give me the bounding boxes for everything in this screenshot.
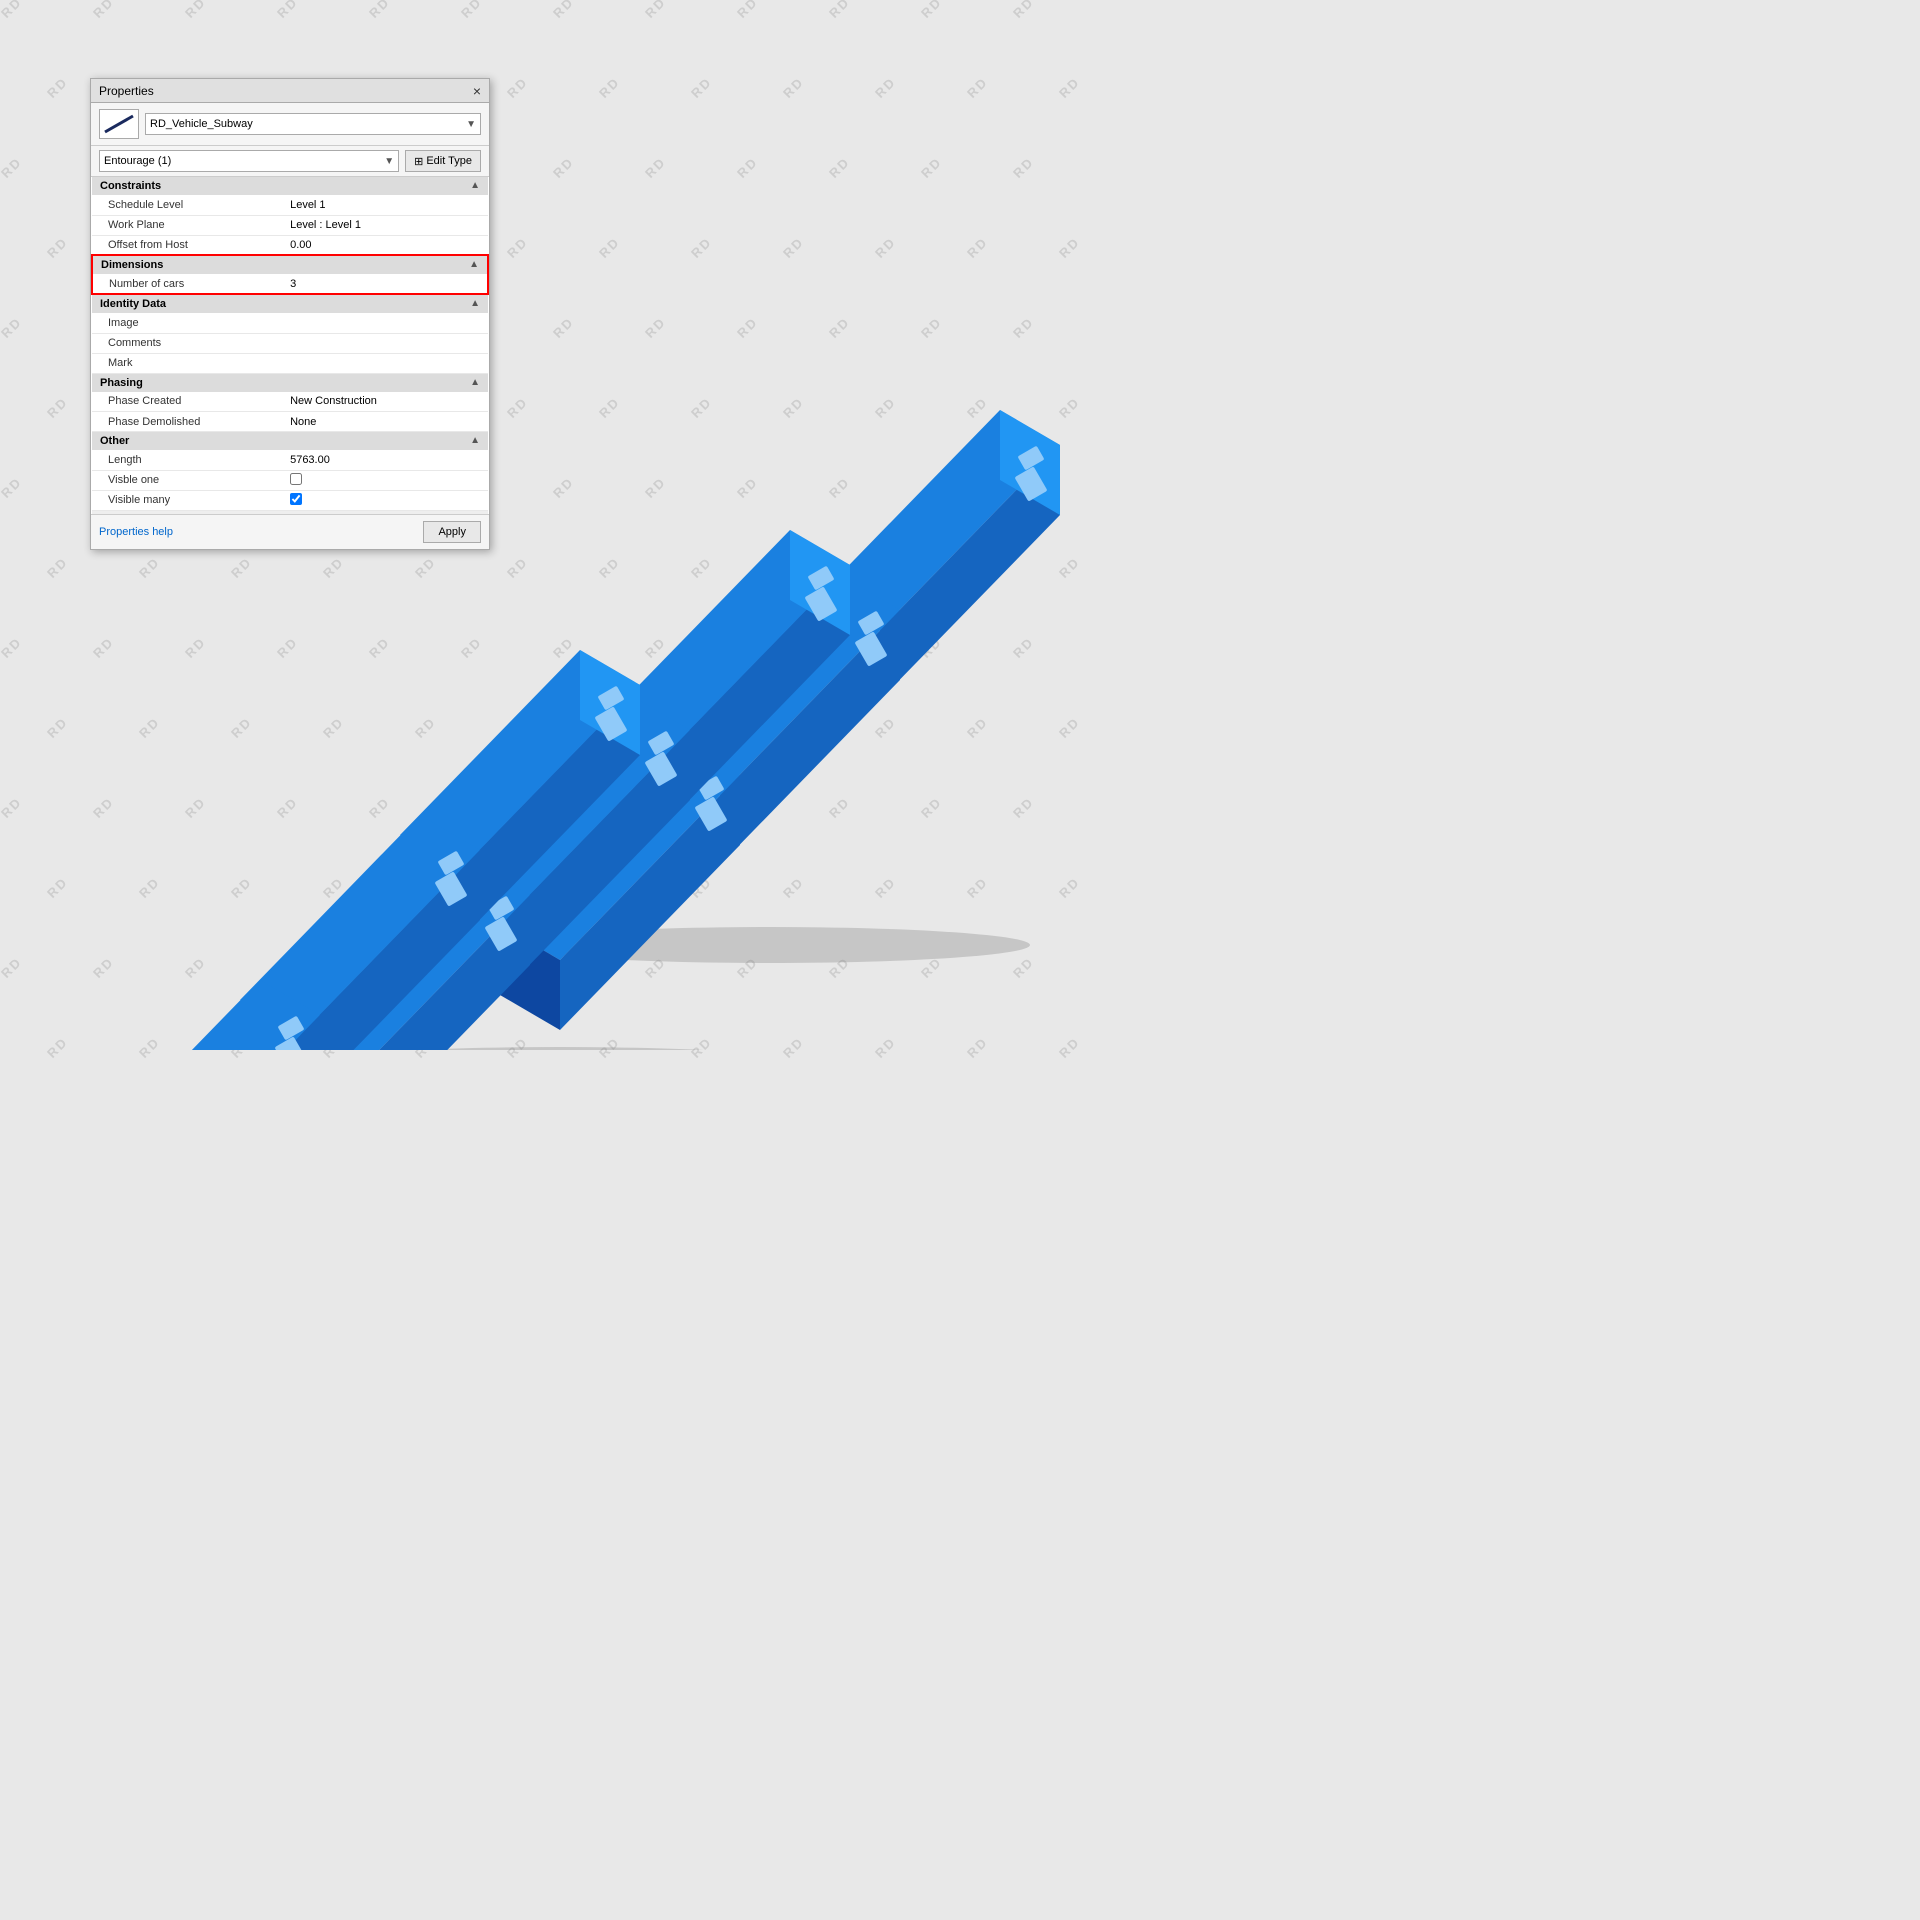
visible-many-row: Visible many <box>92 490 488 510</box>
image-value[interactable] <box>282 313 488 333</box>
constraints-label: Constraints <box>100 180 161 192</box>
schedule-level-row: Schedule Level Level 1 <box>92 195 488 215</box>
phase-demolished-row: Phase Demolished None <box>92 412 488 432</box>
length-row: Length 5763.00 <box>92 450 488 470</box>
image-label: Image <box>92 313 282 333</box>
type-name-dropdown[interactable]: RD_Vehicle_Subway ▼ <box>145 113 481 135</box>
visible-one-label: Visble one <box>92 470 282 490</box>
comments-value[interactable] <box>282 333 488 353</box>
number-of-cars-row: Number of cars 3 <box>92 274 488 294</box>
constraints-section-header: Constraints ▲ <box>92 177 488 195</box>
type-icon <box>99 109 139 139</box>
comments-label: Comments <box>92 333 282 353</box>
visible-one-row: Visble one <box>92 470 488 490</box>
filter-dropdown[interactable]: Entourage (1) ▼ <box>99 150 399 172</box>
phase-demolished-value[interactable]: None <box>282 412 488 432</box>
schedule-level-value[interactable]: Level 1 <box>282 195 488 215</box>
close-button[interactable]: × <box>473 84 481 98</box>
identity-data-expand-icon[interactable]: ▲ <box>470 298 480 309</box>
visible-many-label: Visible many <box>92 490 282 510</box>
phase-demolished-label: Phase Demolished <box>92 412 282 432</box>
work-plane-row: Work Plane Level : Level 1 <box>92 215 488 235</box>
phase-created-row: Phase Created New Construction <box>92 392 488 412</box>
length-label: Length <box>92 450 282 470</box>
offset-from-host-row: Offset from Host <box>92 235 488 255</box>
number-of-cars-value[interactable]: 3 <box>282 274 488 294</box>
type-name-label: RD_Vehicle_Subway <box>150 118 253 130</box>
mark-value[interactable] <box>282 353 488 373</box>
dimensions-section-header: Dimensions ▲ <box>92 255 488 274</box>
number-of-cars-label: Number of cars <box>92 274 282 294</box>
type-selector-row: RD_Vehicle_Subway ▼ <box>91 103 489 146</box>
identity-data-section-header: Identity Data ▲ <box>92 294 488 313</box>
visible-many-value[interactable] <box>282 490 488 510</box>
visible-one-value[interactable] <box>282 470 488 490</box>
properties-table: Constraints ▲ Schedule Level Level 1 Wor… <box>91 177 489 514</box>
length-value[interactable]: 5763.00 <box>282 450 488 470</box>
other-section-header: Other ▲ <box>92 432 488 451</box>
image-row: Image <box>92 313 488 333</box>
panel-bottom: Properties help Apply <box>91 514 489 549</box>
phasing-expand-icon[interactable]: ▲ <box>470 377 480 388</box>
phase-created-value[interactable]: New Construction <box>282 392 488 412</box>
visible-one-checkbox[interactable] <box>290 473 302 485</box>
offset-from-host-value[interactable] <box>282 235 488 255</box>
other-label: Other <box>100 435 129 447</box>
mark-row: Mark <box>92 353 488 373</box>
work-plane-label: Work Plane <box>92 215 282 235</box>
phasing-label: Phasing <box>100 377 143 389</box>
mark-label: Mark <box>92 353 282 373</box>
phase-created-label: Phase Created <box>92 392 282 412</box>
dimensions-label: Dimensions <box>101 259 163 271</box>
panel-titlebar: Properties × <box>91 79 489 103</box>
visible-many-checkbox[interactable] <box>290 493 302 505</box>
filter-label: Entourage (1) <box>104 155 171 167</box>
identity-data-label: Identity Data <box>100 298 166 310</box>
other-expand-icon[interactable]: ▲ <box>470 435 480 446</box>
properties-panel: Properties × RD_Vehicle_Subway ▼ Entoura… <box>90 78 490 550</box>
offset-from-host-input[interactable] <box>290 239 480 251</box>
filter-row: Entourage (1) ▼ ⊞ Edit Type <box>91 146 489 177</box>
schedule-level-label: Schedule Level <box>92 195 282 215</box>
comments-row: Comments <box>92 333 488 353</box>
constraints-expand-icon[interactable]: ▲ <box>470 180 480 191</box>
dimensions-expand-icon[interactable]: ▲ <box>469 259 479 270</box>
edit-type-icon: ⊞ <box>414 155 423 168</box>
offset-from-host-label: Offset from Host <box>92 235 282 255</box>
dropdown-arrow-icon: ▼ <box>466 119 476 130</box>
edit-type-button[interactable]: ⊞ Edit Type <box>405 150 481 172</box>
apply-button[interactable]: Apply <box>423 521 481 543</box>
panel-title: Properties <box>99 84 154 98</box>
edit-type-label: Edit Type <box>426 155 472 167</box>
work-plane-value[interactable]: Level : Level 1 <box>282 215 488 235</box>
phasing-section-header: Phasing ▲ <box>92 373 488 392</box>
filter-arrow-icon: ▼ <box>384 156 394 167</box>
properties-help-link[interactable]: Properties help <box>99 526 173 538</box>
